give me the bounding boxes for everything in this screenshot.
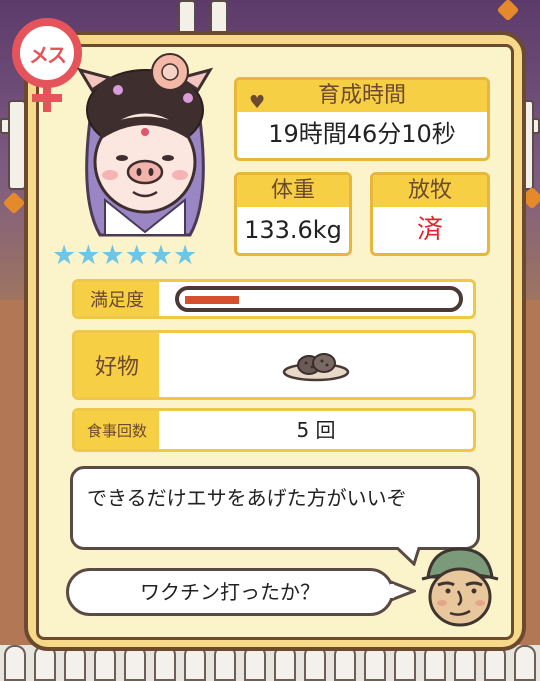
cookie-plate-icon <box>282 353 350 382</box>
raising-time-header: ♥ 育成時間 <box>237 80 487 113</box>
grazing-box: 放牧 済 <box>370 172 490 256</box>
speech-bubble-vaccine: ワクチン打ったか？ <box>66 568 394 616</box>
heart-icon: ♥ <box>249 92 266 113</box>
raising-time-label: 育成時間 <box>317 83 406 108</box>
advice-text: できるだけエサをあげた方がいいぞ <box>87 486 407 510</box>
raising-time-value: 19時間46分10秒 <box>268 120 456 148</box>
farmer-avatar-icon <box>421 547 499 627</box>
satisfaction-bar <box>175 286 463 312</box>
pig-in-hood-portrait-icon <box>76 53 214 237</box>
speech-bubble-tail <box>390 580 416 602</box>
grazing-label: 放牧 <box>373 175 487 207</box>
speech-bubble-advice: できるだけエサをあげた方がいいぞ <box>70 466 480 550</box>
satisfaction-label: 満足度 <box>75 282 159 316</box>
meal-count-label: 食事回数 <box>75 411 159 449</box>
vaccine-text: ワクチン打ったか？ <box>140 580 320 604</box>
gender-label: メス <box>29 42 67 67</box>
favorite-label: 好物 <box>75 333 159 397</box>
meal-count-value: 5 回 <box>296 418 336 442</box>
weight-label: 体重 <box>237 175 349 207</box>
weight-box: 体重 133.6kg <box>234 172 352 256</box>
raising-time-box: ♥ 育成時間 19時間46分10秒 <box>234 77 490 161</box>
grazing-value: 済 <box>416 215 443 245</box>
rank-stars: ★★★★★★ <box>52 240 198 271</box>
meal-count-row: 食事回数 5 回 <box>72 408 476 452</box>
weight-value: 133.6kg <box>244 216 342 244</box>
satisfaction-row: 満足度 <box>72 279 476 319</box>
satisfaction-bar-fill <box>185 296 239 304</box>
favorite-row: 好物 <box>72 330 476 400</box>
